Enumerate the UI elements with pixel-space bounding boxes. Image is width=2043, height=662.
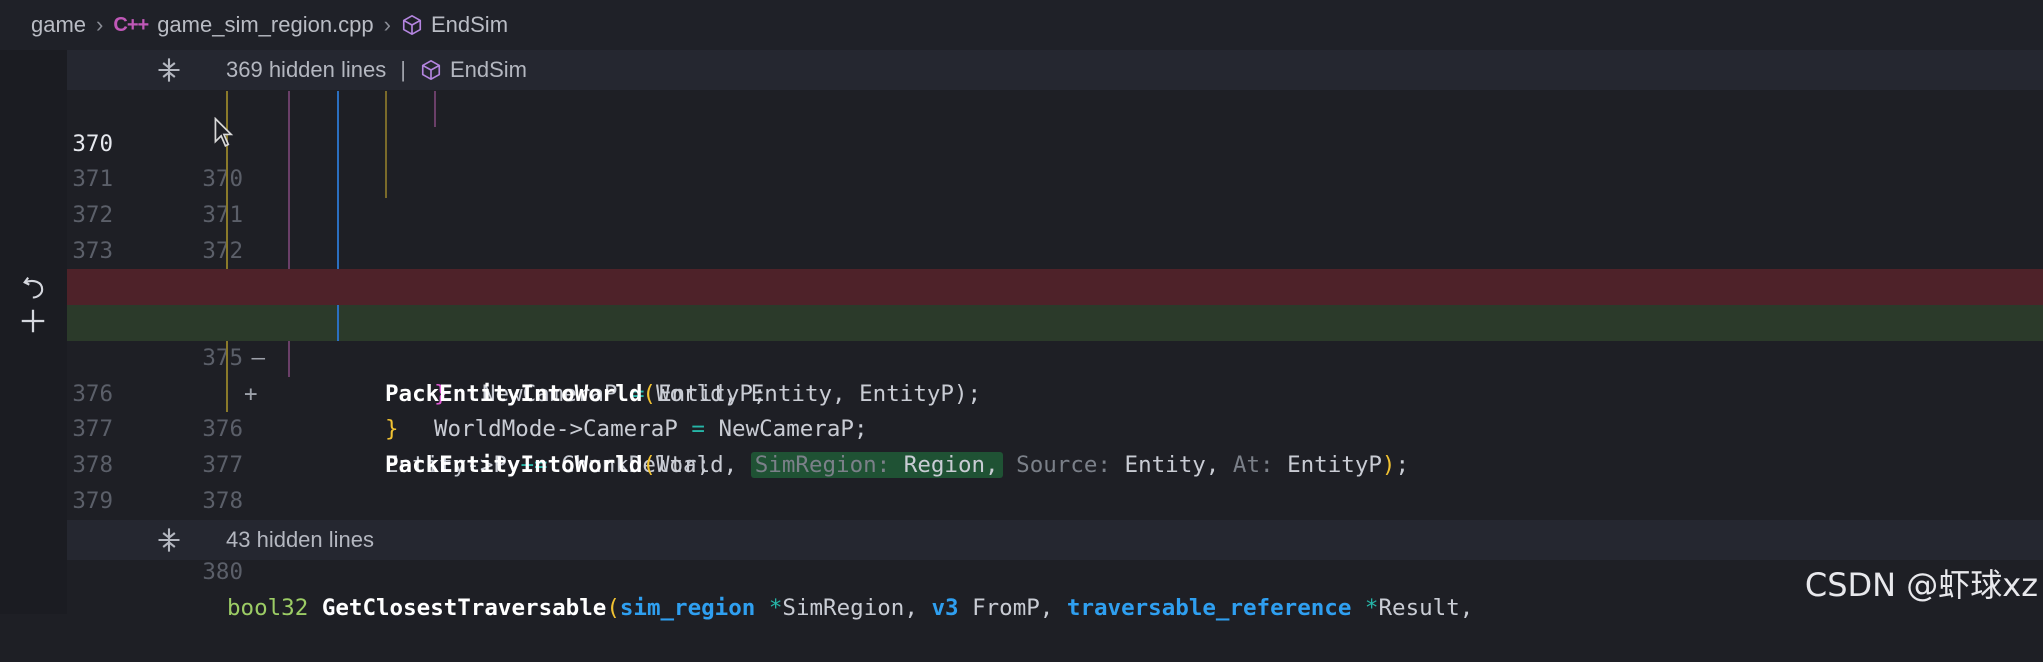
breadcrumb-symbol[interactable]: EndSim: [431, 12, 508, 38]
hidden-lines-count: 43 hidden lines: [226, 527, 375, 552]
unfold-icon[interactable]: [155, 56, 183, 84]
fold-separator: |: [400, 57, 406, 82]
code-line[interactable]: 374 374 Entity->P += ChunkDelta;: [67, 233, 2043, 478]
added-line[interactable]: 375 + PackEntityIntoWorld(World, SimRegi…: [67, 305, 2043, 478]
code-line[interactable]: 373 373 }: [67, 198, 2043, 442]
code-line[interactable]: 377 377 }: [67, 376, 2043, 549]
code-line[interactable]: 370 370 NewCameraP = EntityP;: [67, 91, 2043, 407]
chevron-right-icon: ›: [96, 12, 104, 37]
hidden-lines-fold-top[interactable]: 369 hidden lines | EndSim: [67, 50, 2043, 90]
code-line[interactable]: 376 376 }: [67, 340, 2043, 549]
code-line[interactable]: 371 371 }: [67, 126, 2043, 407]
hidden-lines-fold-bottom[interactable]: 43 hidden lines: [67, 520, 2043, 560]
watermark: CSDN @虾球xz: [1804, 566, 2038, 604]
symbol-method-icon: [402, 15, 422, 35]
breadcrumb-folder[interactable]: game: [31, 12, 86, 38]
mouse-pointer-icon: [214, 117, 234, 148]
hidden-lines-count: 369 hidden lines: [226, 57, 387, 82]
add-icon[interactable]: [18, 306, 48, 336]
fold-symbol: EndSim: [449, 57, 528, 82]
chevron-right-icon: ›: [383, 12, 391, 37]
deleted-line[interactable]: 375 — PackEntityIntoWorld(World, Entity,…: [67, 269, 2043, 407]
cpp-file-icon: C++: [113, 13, 149, 36]
unfold-icon[interactable]: [155, 526, 183, 554]
revert-icon[interactable]: [20, 272, 48, 302]
breadcrumb: game › C++ game_sim_region.cpp › EndSim: [0, 0, 2043, 50]
code-line[interactable]: 378 378 }: [67, 412, 2043, 549]
code-line[interactable]: 379 379: [67, 448, 2043, 550]
breadcrumb-file[interactable]: game_sim_region.cpp: [157, 12, 373, 38]
diff-editor[interactable]: 370 370 NewCameraP = EntityP; 371 371 } …: [67, 91, 2043, 621]
code-line[interactable]: 380 380 bool32 GetClosestTraversable(sim…: [67, 484, 2043, 620]
symbol-method-icon: [421, 60, 441, 80]
new-line-number: 380: [202, 558, 243, 585]
code-text: bool32 GetClosestTraversable(sim_region …: [227, 594, 1474, 621]
code-line[interactable]: 372 372 WorldMode->CameraP = NewCameraP;: [67, 162, 2043, 442]
